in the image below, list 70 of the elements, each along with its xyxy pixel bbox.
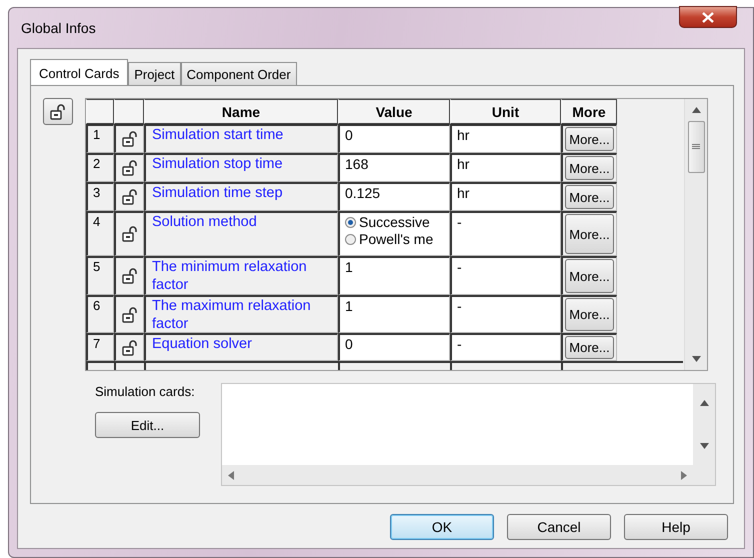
unit-cell[interactable]: - (450, 256, 561, 295)
unit-cell[interactable]: hr (450, 124, 561, 153)
window-title: Global Infos (21, 20, 96, 36)
row-number: 6 (86, 295, 114, 333)
more-button[interactable]: More... (565, 156, 614, 180)
edit-button[interactable]: Edit... (95, 412, 200, 438)
more-button[interactable]: More... (565, 127, 614, 151)
padlock-icon (122, 226, 138, 242)
parameter-name: Simulation time step (144, 182, 338, 211)
dialog-button[interactable]: Cancel (507, 514, 611, 540)
dialog-button[interactable]: Help (624, 514, 728, 540)
value-field[interactable]: 0 (338, 124, 450, 153)
padlock-icon (122, 189, 138, 205)
row-number: 7 (86, 333, 114, 361)
tab[interactable]: Project (128, 62, 181, 85)
unit-cell[interactable]: - (450, 295, 561, 333)
grip-icon (692, 144, 700, 150)
close-button[interactable] (679, 6, 737, 28)
unit-cell[interactable]: hr (450, 153, 561, 182)
parameter-name: Simulation stop time (144, 153, 338, 182)
tab[interactable]: Control Cards (30, 59, 128, 86)
lock-button[interactable] (43, 98, 73, 125)
column-header: Name (144, 99, 338, 124)
scroll-down-icon[interactable] (692, 356, 700, 362)
column-header: Value (338, 99, 450, 124)
row-number: 3 (86, 182, 114, 211)
value-field[interactable]: 168 (338, 153, 450, 182)
radio-button[interactable] (345, 217, 356, 228)
value-field[interactable]: 1 (338, 295, 450, 333)
scroll-left-icon[interactable] (228, 470, 234, 480)
column-header: Unit (450, 99, 561, 124)
simulation-cards-label: Simulation cards: (95, 383, 196, 399)
scroll-up-icon[interactable] (700, 400, 708, 406)
parameter-name: Solution method (144, 211, 338, 256)
parameter-name: Simulation start time (144, 124, 338, 153)
row-number: 5 (86, 256, 114, 295)
unit-cell[interactable]: hr (450, 182, 561, 211)
tab[interactable]: Component Order (180, 62, 297, 85)
padlock-icon (50, 104, 66, 120)
value-field[interactable]: 0 (338, 333, 450, 361)
row-number: 2 (86, 153, 114, 182)
scroll-down-icon[interactable] (700, 443, 708, 449)
close-icon (702, 12, 714, 22)
padlock-icon (122, 268, 138, 284)
scroll-right-icon[interactable] (681, 470, 687, 480)
row-number: 1 (86, 124, 114, 153)
radio-label: Successive (359, 214, 430, 231)
parameter-name: Equation solver (144, 333, 338, 361)
more-button[interactable]: More... (565, 259, 614, 293)
more-button[interactable]: More... (565, 336, 614, 359)
unit-cell[interactable]: - (450, 333, 561, 361)
dialog-button[interactable]: OK (390, 514, 494, 540)
more-button[interactable]: More... (565, 214, 614, 254)
radio-button[interactable] (345, 234, 356, 245)
value-field[interactable]: 1 (338, 256, 450, 295)
parameter-name: The maximum relaxation factor (144, 295, 338, 333)
row-number: 4 (86, 211, 114, 256)
padlock-icon (122, 160, 138, 176)
scrollbar[interactable] (684, 99, 707, 370)
column-header: More (561, 99, 617, 124)
more-button[interactable]: More... (565, 185, 614, 209)
padlock-icon (122, 131, 138, 147)
more-button[interactable]: More... (565, 298, 614, 331)
padlock-icon (122, 306, 138, 322)
scroll-up-icon[interactable] (692, 107, 700, 113)
padlock-icon (122, 340, 138, 356)
value-field[interactable]: 0.125 (338, 182, 450, 211)
radio-label: Powell's me (359, 231, 434, 248)
unit-cell[interactable]: - (450, 211, 561, 256)
parameter-name: The minimum relaxation factor (144, 256, 338, 295)
